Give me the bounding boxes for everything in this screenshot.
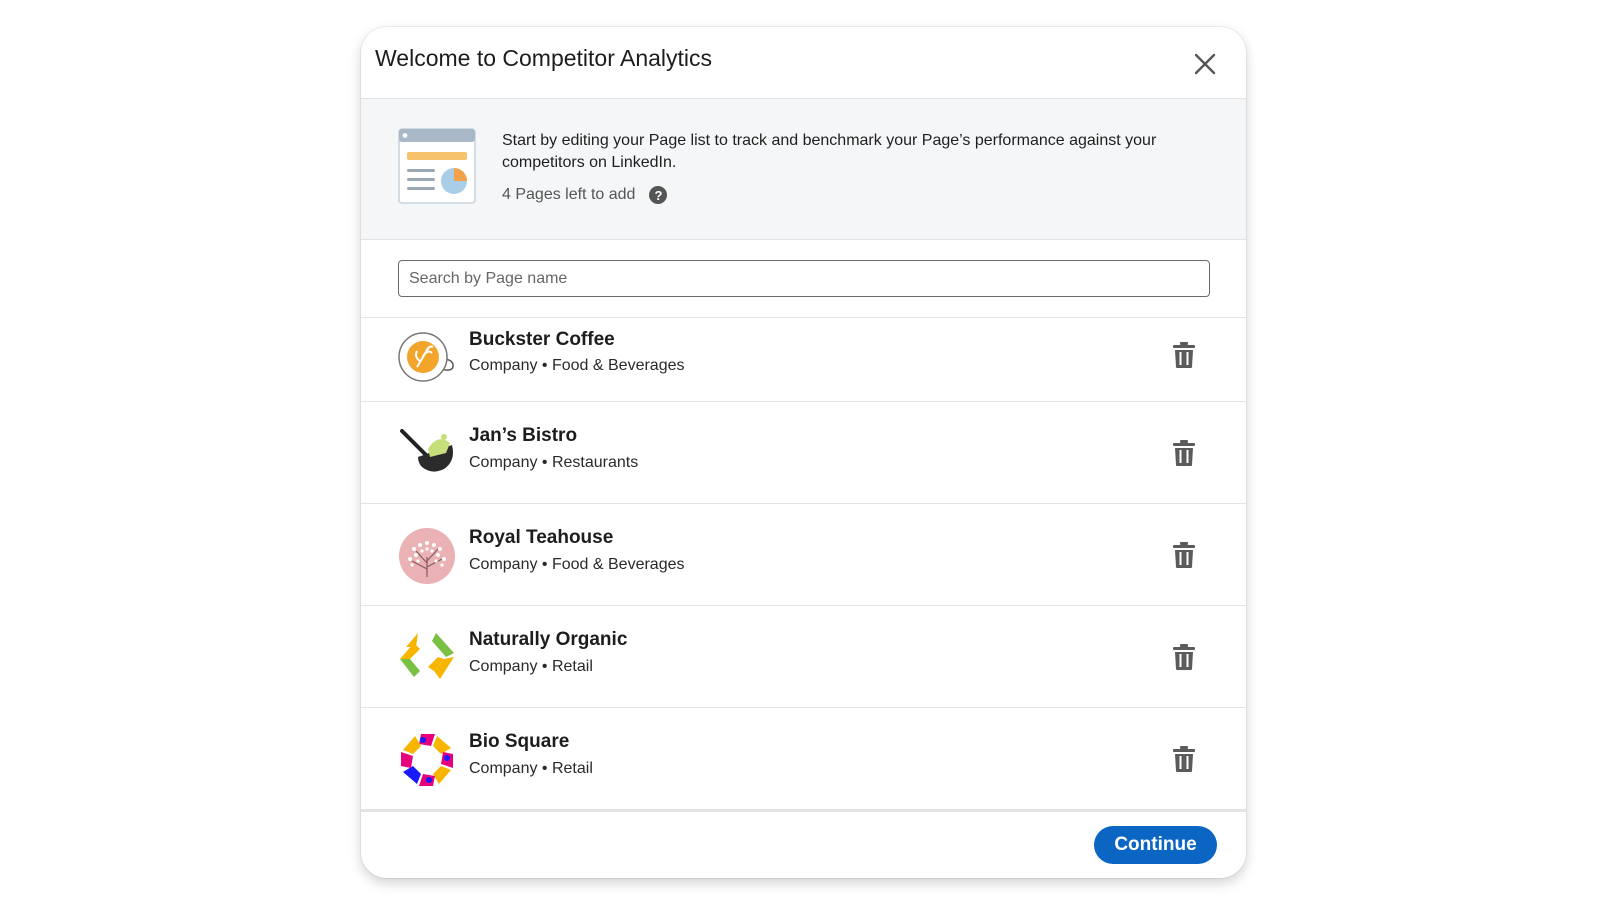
list-item: Buckster Coffee Company • Food & Beverag…	[361, 318, 1246, 402]
page-meta: Company • Food & Beverages	[469, 556, 685, 573]
trash-icon	[1173, 644, 1195, 670]
page-search-input[interactable]	[398, 260, 1210, 297]
trash-icon	[1173, 342, 1195, 368]
naturally-organic-logo	[400, 633, 454, 679]
page-meta: Company • Restaurants	[469, 454, 639, 471]
jans-bistro-logo	[400, 429, 453, 472]
list-item: Royal Teahouse Company • Food & Beverage…	[361, 504, 1246, 606]
page-list: Buckster Coffee Company • Food & Beverag…	[361, 318, 1246, 810]
delete-buckster-coffee-button[interactable]	[1172, 341, 1196, 369]
continue-button[interactable]: Continue	[1094, 826, 1217, 864]
page-name: Royal Teahouse	[469, 527, 614, 548]
list-item: Bio Square Company • Retail	[361, 708, 1246, 810]
close-button[interactable]	[1190, 49, 1220, 79]
page-meta: Company • Retail	[469, 658, 593, 675]
intro-banner: Start by editing your Page list to track…	[361, 99, 1246, 240]
delete-royal-teahouse-button[interactable]	[1172, 541, 1196, 569]
list-item: Jan’s Bistro Company • Restaurants	[361, 402, 1246, 504]
trash-icon	[1173, 746, 1195, 772]
dialog-header: Welcome to Competitor Analytics	[361, 27, 1246, 99]
page-name: Buckster Coffee	[469, 329, 615, 350]
trash-icon	[1173, 542, 1195, 568]
page-name: Bio Square	[469, 731, 570, 752]
list-item: Naturally Organic Company • Retail	[361, 606, 1246, 708]
pages-left-count: 4 Pages left to add	[502, 186, 636, 203]
intro-description: Start by editing your Page list to track…	[502, 132, 1157, 171]
page-name: Jan’s Bistro	[469, 425, 578, 446]
delete-jans-bistro-button[interactable]	[1172, 439, 1196, 467]
help-icon[interactable]: ?	[649, 186, 668, 204]
page-name: Naturally Organic	[469, 629, 628, 650]
dialog-title: Welcome to Competitor Analytics	[375, 45, 713, 71]
delete-naturally-organic-button[interactable]	[1172, 643, 1196, 671]
competitor-analytics-dialog: Welcome to Competitor Analytics Start by…	[361, 27, 1246, 878]
search-row	[361, 240, 1246, 318]
page-meta: Company • Retail	[469, 760, 593, 777]
delete-bio-square-button[interactable]	[1172, 745, 1196, 773]
page-meta: Company • Food & Beverages	[469, 357, 685, 374]
trash-icon	[1173, 440, 1195, 466]
analytics-illustration-icon	[398, 128, 476, 204]
pages-left-row: 4 Pages left to add ?	[502, 186, 668, 204]
close-icon	[1194, 53, 1216, 75]
bio-square-logo	[401, 734, 453, 786]
royal-teahouse-logo	[399, 528, 455, 584]
buckster-coffee-logo	[398, 332, 454, 382]
dialog-footer: Continue	[361, 810, 1246, 878]
